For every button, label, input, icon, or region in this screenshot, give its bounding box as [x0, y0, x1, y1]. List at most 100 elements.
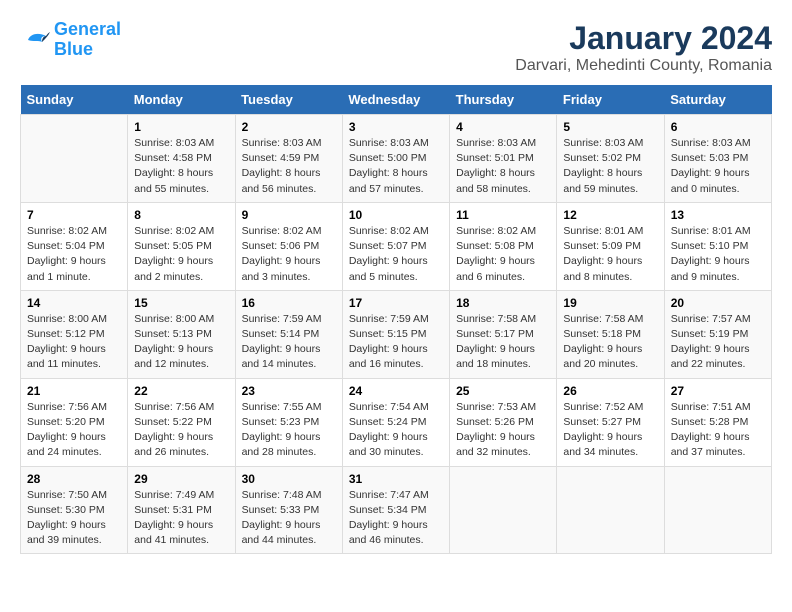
calendar-cell: 6Sunrise: 8:03 AMSunset: 5:03 PMDaylight…	[664, 115, 771, 203]
day-info: Sunrise: 7:53 AMSunset: 5:26 PMDaylight:…	[456, 400, 550, 461]
day-number: 19	[563, 296, 657, 310]
calendar-cell: 5 Sunrise: 8:03 AMSunset: 5:02 PMDaylight…	[557, 115, 664, 203]
day-info: Sunrise: 8:00 AMSunset: 5:13 PMDaylight:…	[134, 312, 228, 373]
calendar-cell: 17 Sunrise: 7:59 AMSunset: 5:15 PMDayligh…	[342, 290, 449, 378]
calendar-cell: 9Sunrise: 8:02 AMSunset: 5:06 PMDaylight…	[235, 202, 342, 290]
day-info: Sunrise: 7:58 AMSunset: 5:18 PMDaylight:…	[563, 312, 657, 373]
day-info: Sunrise: 8:02 AMSunset: 5:04 PMDaylight:…	[27, 224, 121, 285]
day-info: Sunrise: 8:03 AMSunset: 5:02 PMDaylight:…	[563, 136, 657, 197]
calendar-cell: 2 Sunrise: 8:03 AMSunset: 4:59 PMDaylight…	[235, 115, 342, 203]
day-number: 24	[349, 384, 443, 398]
logo-line2: Blue	[54, 39, 93, 59]
day-number: 23	[242, 384, 336, 398]
day-number: 6	[671, 120, 765, 134]
header-day-friday: Friday	[557, 85, 664, 115]
day-number: 5	[563, 120, 657, 134]
header-day-thursday: Thursday	[450, 85, 557, 115]
calendar-cell: 18Sunrise: 7:58 AMSunset: 5:17 PMDayligh…	[450, 290, 557, 378]
calendar-cell: 20Sunrise: 7:57 AMSunset: 5:19 PMDayligh…	[664, 290, 771, 378]
day-number: 28	[27, 472, 121, 486]
day-number: 14	[27, 296, 121, 310]
day-info: Sunrise: 8:02 AMSunset: 5:06 PMDaylight:…	[242, 224, 336, 285]
calendar-cell: 12 Sunrise: 8:01 AMSunset: 5:09 PMDayligh…	[557, 202, 664, 290]
page-subtitle: Darvari, Mehedinti County, Romania	[515, 57, 772, 75]
day-info: Sunrise: 8:02 AMSunset: 5:08 PMDaylight:…	[456, 224, 550, 285]
day-number: 17	[349, 296, 443, 310]
calendar-cell: 13 Sunrise: 8:01 AMSunset: 5:10 PMDayligh…	[664, 202, 771, 290]
logo-line1: General	[54, 19, 121, 39]
day-info: Sunrise: 7:52 AMSunset: 5:27 PMDaylight:…	[563, 400, 657, 461]
calendar-cell: 27 Sunrise: 7:51 AMSunset: 5:28 PMDayligh…	[664, 378, 771, 466]
day-info: Sunrise: 8:01 AMSunset: 5:09 PMDaylight:…	[563, 224, 657, 285]
week-row-5: 28 Sunrise: 7:50 AMSunset: 5:30 PMDayligh…	[21, 466, 772, 554]
day-number: 26	[563, 384, 657, 398]
day-info: Sunrise: 7:47 AMSunset: 5:34 PMDaylight:…	[349, 488, 443, 549]
day-info: Sunrise: 8:02 AMSunset: 5:05 PMDaylight:…	[134, 224, 228, 285]
calendar-cell	[21, 115, 128, 203]
day-info: Sunrise: 7:50 AMSunset: 5:30 PMDaylight:…	[27, 488, 121, 549]
day-info: Sunrise: 8:03 AMSunset: 5:00 PMDaylight:…	[349, 136, 443, 197]
calendar-cell: 10Sunrise: 8:02 AMSunset: 5:07 PMDayligh…	[342, 202, 449, 290]
header-day-sunday: Sunday	[21, 85, 128, 115]
day-info: Sunrise: 7:59 AMSunset: 5:14 PMDaylight:…	[242, 312, 336, 373]
header-day-wednesday: Wednesday	[342, 85, 449, 115]
header-day-tuesday: Tuesday	[235, 85, 342, 115]
day-number: 2	[242, 120, 336, 134]
calendar-cell	[664, 466, 771, 554]
calendar-cell	[557, 466, 664, 554]
day-number: 8	[134, 208, 228, 222]
day-info: Sunrise: 7:57 AMSunset: 5:19 PMDaylight:…	[671, 312, 765, 373]
day-info: Sunrise: 7:48 AMSunset: 5:33 PMDaylight:…	[242, 488, 336, 549]
calendar-cell: 16Sunrise: 7:59 AMSunset: 5:14 PMDayligh…	[235, 290, 342, 378]
calendar-cell: 30 Sunrise: 7:48 AMSunset: 5:33 PMDayligh…	[235, 466, 342, 554]
logo-text: General Blue	[54, 20, 121, 60]
calendar-table: SundayMondayTuesdayWednesdayThursdayFrid…	[20, 85, 772, 554]
day-info: Sunrise: 8:01 AMSunset: 5:10 PMDaylight:…	[671, 224, 765, 285]
calendar-cell: 24 Sunrise: 7:54 AMSunset: 5:24 PMDayligh…	[342, 378, 449, 466]
calendar-cell: 25 Sunrise: 7:53 AMSunset: 5:26 PMDayligh…	[450, 378, 557, 466]
calendar-cell: 11 Sunrise: 8:02 AMSunset: 5:08 PMDayligh…	[450, 202, 557, 290]
day-info: Sunrise: 7:56 AMSunset: 5:22 PMDaylight:…	[134, 400, 228, 461]
calendar-cell: 26 Sunrise: 7:52 AMSunset: 5:27 PMDayligh…	[557, 378, 664, 466]
day-number: 21	[27, 384, 121, 398]
day-number: 27	[671, 384, 765, 398]
calendar-cell: 15 Sunrise: 8:00 AMSunset: 5:13 PMDayligh…	[128, 290, 235, 378]
day-info: Sunrise: 7:54 AMSunset: 5:24 PMDaylight:…	[349, 400, 443, 461]
calendar-cell: 4 Sunrise: 8:03 AMSunset: 5:01 PMDaylight…	[450, 115, 557, 203]
day-info: Sunrise: 7:59 AMSunset: 5:15 PMDaylight:…	[349, 312, 443, 373]
day-number: 25	[456, 384, 550, 398]
calendar-cell: 1 Sunrise: 8:03 AMSunset: 4:58 PMDaylight…	[128, 115, 235, 203]
week-row-1: 1 Sunrise: 8:03 AMSunset: 4:58 PMDaylight…	[21, 115, 772, 203]
day-info: Sunrise: 8:03 AMSunset: 4:59 PMDaylight:…	[242, 136, 336, 197]
logo-bird-icon	[20, 28, 50, 52]
day-number: 12	[563, 208, 657, 222]
day-number: 31	[349, 472, 443, 486]
page-title: January 2024	[515, 20, 772, 57]
day-number: 29	[134, 472, 228, 486]
title-area: January 2024 Darvari, Mehedinti County, …	[515, 20, 772, 75]
day-number: 13	[671, 208, 765, 222]
day-info: Sunrise: 7:49 AMSunset: 5:31 PMDaylight:…	[134, 488, 228, 549]
day-info: Sunrise: 7:56 AMSunset: 5:20 PMDaylight:…	[27, 400, 121, 461]
day-number: 30	[242, 472, 336, 486]
header-row: SundayMondayTuesdayWednesdayThursdayFrid…	[21, 85, 772, 115]
logo: General Blue	[20, 20, 121, 60]
calendar-cell	[450, 466, 557, 554]
day-info: Sunrise: 8:03 AMSunset: 5:01 PMDaylight:…	[456, 136, 550, 197]
day-number: 1	[134, 120, 228, 134]
calendar-cell: 23Sunrise: 7:55 AMSunset: 5:23 PMDayligh…	[235, 378, 342, 466]
calendar-cell: 14Sunrise: 8:00 AMSunset: 5:12 PMDayligh…	[21, 290, 128, 378]
calendar-cell: 21 Sunrise: 7:56 AMSunset: 5:20 PMDayligh…	[21, 378, 128, 466]
day-info: Sunrise: 8:03 AMSunset: 4:58 PMDaylight:…	[134, 136, 228, 197]
week-row-3: 14Sunrise: 8:00 AMSunset: 5:12 PMDayligh…	[21, 290, 772, 378]
day-number: 11	[456, 208, 550, 222]
header-day-monday: Monday	[128, 85, 235, 115]
day-info: Sunrise: 7:51 AMSunset: 5:28 PMDaylight:…	[671, 400, 765, 461]
calendar-cell: 22Sunrise: 7:56 AMSunset: 5:22 PMDayligh…	[128, 378, 235, 466]
page-header: General Blue January 2024 Darvari, Mehed…	[20, 20, 772, 75]
header-day-saturday: Saturday	[664, 85, 771, 115]
day-number: 15	[134, 296, 228, 310]
calendar-cell: 29 Sunrise: 7:49 AMSunset: 5:31 PMDayligh…	[128, 466, 235, 554]
day-number: 4	[456, 120, 550, 134]
calendar-cell: 28 Sunrise: 7:50 AMSunset: 5:30 PMDayligh…	[21, 466, 128, 554]
